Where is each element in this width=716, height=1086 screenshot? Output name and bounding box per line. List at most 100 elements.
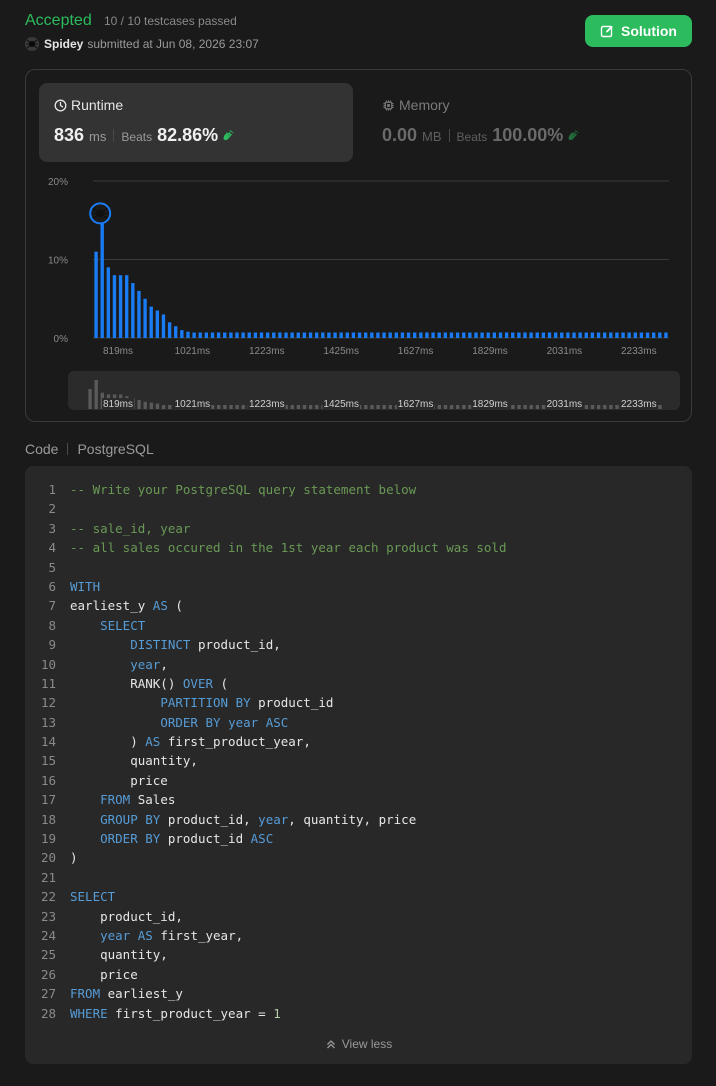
chart-bar: [363, 332, 368, 338]
chart-bar: [462, 332, 466, 338]
line-number: 5: [48, 559, 56, 575]
chart-bar: [155, 310, 160, 338]
code-line: 23 product_id,: [25, 907, 692, 926]
chart-bar: [94, 251, 98, 338]
code-token: (: [213, 675, 229, 691]
x-tick-label: 819ms: [103, 346, 133, 357]
chart-bar: [125, 275, 129, 338]
code-token: ,: [160, 656, 168, 672]
code-header: Code PostgreSQL: [25, 441, 154, 457]
chart-bar: [137, 290, 141, 338]
brush-bar: [388, 405, 393, 409]
chart-bar: [241, 332, 245, 338]
line-number: 25: [40, 947, 56, 963]
chart-bar: [553, 332, 558, 338]
code-lines: 1 -- Write your PostgreSQL query statemen…: [25, 480, 692, 1023]
code-token-kw: year: [228, 714, 259, 730]
code-line: 24 year AS first_year,: [25, 926, 692, 945]
brush-bar: [88, 389, 92, 409]
line-number: 4: [48, 540, 56, 556]
chart-bar: [529, 332, 533, 338]
line-number: 2: [48, 501, 56, 517]
chart-bar: [645, 332, 650, 338]
view-less-button[interactable]: View less: [25, 1037, 692, 1051]
brush-bar: [437, 405, 442, 409]
code-line: 5: [25, 558, 692, 577]
code-token: product_id: [250, 695, 334, 711]
line-number: 17: [40, 792, 56, 808]
line-number: 21: [40, 869, 56, 885]
x-tick-label: 1829ms: [472, 346, 508, 357]
brush-bar: [382, 405, 386, 409]
status-accepted: Accepted: [25, 12, 92, 29]
chart-bar: [615, 332, 619, 338]
chart-bar: [413, 332, 417, 338]
submitter-name[interactable]: Spidey: [44, 37, 83, 51]
brush-bar: [535, 405, 540, 409]
chart-bar: [210, 332, 215, 338]
chart-bar: [664, 332, 668, 338]
code-line: 22 SELECT: [25, 887, 692, 906]
avatar[interactable]: [25, 37, 39, 51]
brush-tick-label: 1223ms: [249, 399, 285, 410]
code-text: quantity,: [56, 945, 168, 964]
solution-button[interactable]: Solution: [585, 15, 692, 47]
chart-bar: [394, 332, 399, 338]
code-token-kw: year: [258, 811, 289, 827]
code-text: DISTINCT product_id,: [56, 635, 281, 654]
code-token-kw: year: [100, 927, 131, 943]
code-text: year AS first_year,: [56, 926, 243, 945]
brush-tick-label: 1627ms: [398, 399, 434, 410]
line-number: 27: [40, 986, 56, 1002]
chart-bar: [486, 332, 490, 338]
code-text: PARTITION BY product_id: [56, 693, 333, 712]
chart-bar: [511, 332, 515, 338]
code-text: SELECT: [56, 616, 145, 635]
code-token: quantity,: [70, 753, 198, 769]
code-token-kw: PARTITION BY: [160, 695, 251, 711]
line-number: 12: [40, 695, 56, 711]
divider: [67, 443, 69, 455]
brush-bar: [364, 405, 368, 409]
code-token-kw: ASC: [265, 714, 289, 730]
runtime-distribution-chart: 20% 10% 0% 819ms 1021ms 1223ms 1425ms 1627ms 182…: [48, 177, 669, 410]
x-tick-label: 1627ms: [398, 346, 434, 357]
performance-card: Runtime 836 ms Beats 82.86% Memory 0.00 …: [25, 69, 692, 422]
line-number: 22: [40, 889, 56, 905]
chart-bar: [192, 332, 196, 338]
code-panel[interactable]: 1 -- Write your PostgreSQL query statemen…: [25, 466, 692, 1064]
x-tick-label: 1223ms: [249, 346, 285, 357]
code-line: 14 ) AS first_product_year,: [25, 732, 692, 751]
chart-bar: [517, 332, 521, 338]
code-text: price: [56, 771, 168, 790]
code-line: 6 WITH: [25, 577, 692, 596]
code-token-kw: ORDER BY: [160, 714, 221, 730]
code-token: quantity,: [70, 947, 168, 963]
chart-bar: [578, 332, 582, 338]
submitter-row: Spidey submitted at Jun 08, 2026 23:07: [25, 37, 259, 51]
chart-bar: [566, 332, 570, 338]
chart-bar: [345, 332, 349, 338]
chart-bar: [284, 332, 288, 338]
line-number: 23: [40, 908, 56, 924]
code-token-comment: -- all sales occured in the 1st year eac…: [70, 540, 507, 556]
code-text: year,: [56, 655, 168, 674]
brush-bar: [590, 405, 595, 409]
brush-bar: [217, 405, 221, 409]
code-text: price: [56, 965, 138, 984]
code-text: -- all sales occured in the 1st year eac…: [56, 538, 507, 557]
line-number: 8: [48, 617, 56, 633]
code-line: 27 FROM earliest_y: [25, 984, 692, 1003]
chart-bar: [198, 332, 202, 338]
line-number: 1: [48, 482, 56, 497]
brush-bar: [596, 405, 601, 409]
chart-bar: [443, 332, 448, 338]
line-number: 26: [40, 966, 56, 982]
brush-bar: [94, 379, 98, 409]
